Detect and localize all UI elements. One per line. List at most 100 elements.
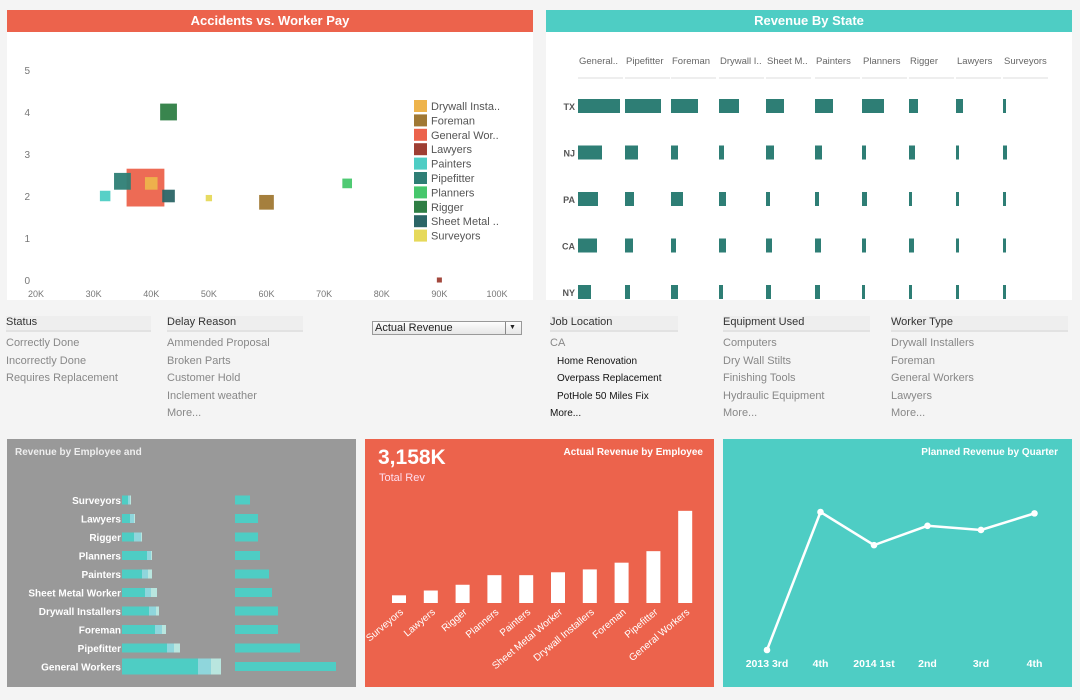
revenue-select-value: Actual Revenue: [375, 322, 453, 334]
employee-bar-actual: [122, 495, 128, 505]
equipment-option[interactable]: Computers: [723, 335, 870, 353]
revenue-by-state-panel: Revenue By State General.. Pipefitter Fore…: [546, 10, 1072, 300]
delay-option[interactable]: Customer Hold: [167, 370, 303, 388]
employee-bar-band2: [211, 658, 221, 675]
state-bar: [766, 145, 774, 160]
employee-label: Foreman: [79, 626, 121, 637]
employee-label: Rigger: [89, 533, 121, 544]
employee-bar-band2: [156, 606, 159, 616]
x-tick-label: 40K: [143, 289, 159, 299]
employee-bar-right: [235, 625, 278, 634]
worker-type-title: Worker Type: [891, 316, 1068, 332]
state-bar: [909, 238, 914, 253]
legend-label: Painters: [431, 159, 472, 171]
planned-revenue-point: [870, 541, 878, 549]
accidents-title: Accidents vs. Worker Pay: [7, 10, 533, 32]
state-bar: [862, 145, 866, 160]
equipment-option[interactable]: Dry Wall Stilts: [723, 353, 870, 371]
category-label: Planners: [464, 607, 501, 641]
category-label: Surveyors: [365, 607, 406, 644]
legend-swatch: [414, 143, 427, 156]
actual-revenue-bar: [519, 575, 534, 603]
x-tick-label: 60K: [258, 289, 274, 299]
y-tick-label: 1: [24, 234, 30, 245]
state-bar: [909, 99, 918, 113]
employee-bar-band2: [141, 532, 142, 542]
delay-option[interactable]: Ammended Proposal: [167, 335, 303, 353]
y-tick-label: 2: [24, 192, 30, 203]
delay-option[interactable]: Inclement weather: [167, 388, 303, 406]
equipment-option[interactable]: Finishing Tools: [723, 370, 870, 388]
state-bar: [815, 145, 822, 160]
planned-revenue-point: [924, 522, 931, 530]
actual-revenue-bar: [582, 569, 597, 603]
state-bar: [578, 145, 602, 160]
state-bar: [625, 145, 638, 160]
worker-option[interactable]: General Workers: [891, 370, 1068, 388]
location-more-link[interactable]: More...: [550, 405, 678, 423]
worker-option[interactable]: Foreman: [891, 353, 1068, 371]
state-bar: [625, 192, 634, 206]
employee-bar-band2: [148, 569, 152, 579]
employee-label: Painters: [82, 570, 122, 581]
employee-bar-band1: [128, 495, 130, 505]
state-bar: [815, 238, 821, 253]
column-header: Surveyors: [1004, 56, 1047, 67]
state-bar: [815, 192, 819, 206]
state-bar: [625, 238, 633, 253]
location-option[interactable]: PotHole 50 Miles Fix: [550, 388, 678, 406]
employee-bar-actual: [122, 569, 142, 579]
delay-more-link[interactable]: More...: [167, 405, 303, 423]
column-divider: [671, 77, 716, 79]
state-bar: [1003, 285, 1006, 299]
state-bar: [956, 192, 959, 206]
location-option[interactable]: Overpass Replacement: [550, 370, 678, 388]
x-tick-label: 20K: [28, 289, 44, 299]
equipment-option[interactable]: Hydraulic Equipment: [723, 388, 870, 406]
delay-option[interactable]: Broken Parts: [167, 353, 303, 371]
revenue-by-employee-chart: Surveyors Lawyers Rigger Planners Painters Sh…: [28, 495, 336, 675]
employee-bar-actual: [122, 625, 155, 634]
state-bar: [719, 285, 723, 299]
legend-label: Pipefitter: [431, 173, 475, 185]
actual-revenue-bar: [551, 572, 565, 603]
employee-bar-actual: [122, 658, 198, 675]
legend-label: Foreman: [431, 115, 475, 127]
worker-more-link[interactable]: More...: [891, 405, 1068, 423]
quarter-label: 4th: [813, 658, 829, 670]
scatter-point: [160, 103, 177, 121]
dropdown-arrow-icon[interactable]: ▼: [505, 322, 519, 334]
location-option[interactable]: Home Renovation: [550, 353, 678, 371]
actual-revenue-bar: [646, 551, 661, 603]
y-tick-label: 3: [24, 150, 30, 161]
state-bar: [815, 285, 820, 299]
worker-option[interactable]: Lawyers: [891, 388, 1068, 406]
revenue-by-state-title: Revenue By State: [546, 10, 1072, 32]
worker-option[interactable]: Drywall Installers: [891, 335, 1068, 353]
column-divider: [909, 77, 954, 79]
state-bar: [956, 99, 963, 113]
planned-revenue-chart: 2013 3rd 4th 2014 1st 2nd 3rd 4th: [746, 508, 1042, 670]
state-bar: [1003, 192, 1006, 206]
location-group-ca[interactable]: CA: [550, 335, 678, 353]
category-label: Lawyers: [402, 607, 438, 639]
scatter-point: [162, 189, 175, 203]
employee-bar-band2: [130, 495, 131, 505]
employee-bar-band2: [151, 588, 157, 597]
column-divider: [625, 77, 670, 79]
status-option[interactable]: Incorrectly Done: [6, 353, 151, 371]
equipment-more-link[interactable]: More...: [723, 405, 870, 423]
status-option[interactable]: Correctly Done: [6, 335, 151, 353]
status-option[interactable]: Requires Replacement: [6, 370, 151, 388]
y-tick-label: 5: [24, 66, 30, 77]
employee-bar-right: [235, 551, 260, 560]
state-bar: [862, 192, 867, 206]
planned-revenue-point: [817, 508, 824, 516]
revenue-type-select[interactable]: Actual Revenue ▼: [372, 321, 522, 335]
employee-bar-band2: [162, 625, 166, 634]
status-filter: Status Correctly Done Incorrectly Done R…: [6, 316, 151, 388]
row-label: TX: [563, 102, 575, 112]
scatter-point: [144, 177, 158, 190]
column-header: Foreman: [672, 56, 710, 67]
column-header: Pipefitter: [626, 56, 664, 67]
